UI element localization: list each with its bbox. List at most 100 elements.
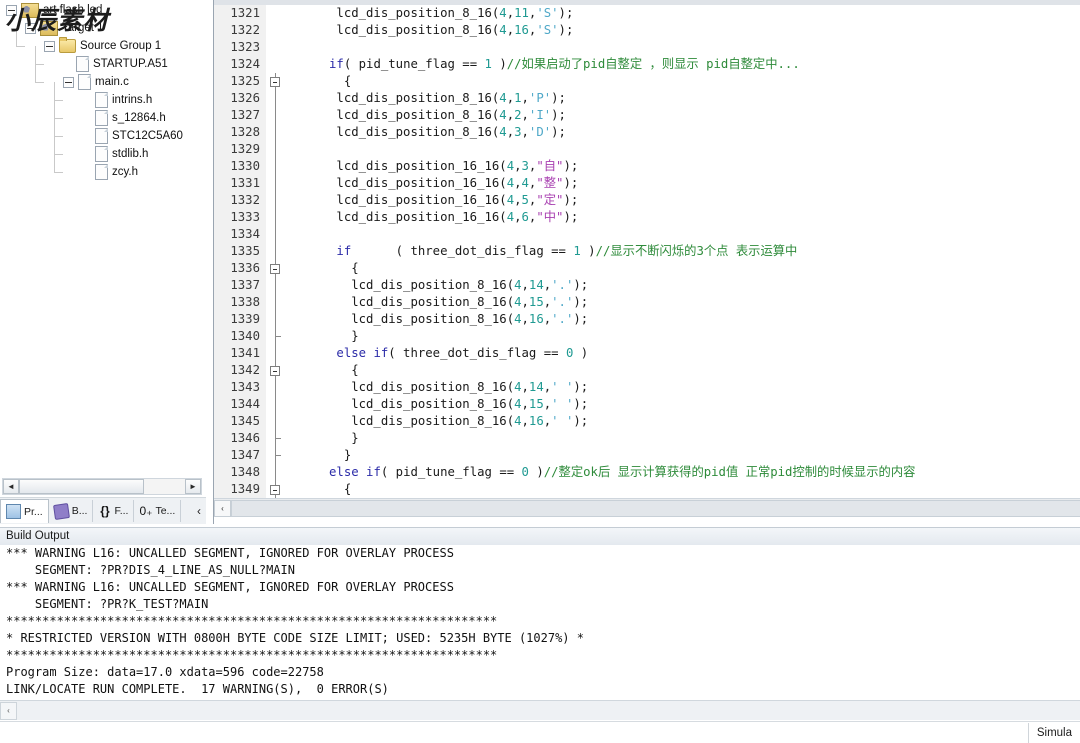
- fold-margin[interactable]: [266, 90, 286, 107]
- tree-item-source-group-1[interactable]: Source Group 1: [44, 37, 161, 55]
- fold-margin[interactable]: [266, 464, 286, 481]
- editor-scroll-left-arrow-icon[interactable]: ‹: [214, 499, 231, 517]
- tree-collapse-icon[interactable]: [44, 40, 55, 52]
- fold-margin[interactable]: [266, 39, 286, 56]
- code-token-num: 4: [499, 23, 507, 37]
- fold-margin[interactable]: [266, 413, 286, 430]
- build-output-line: ****************************************…: [6, 614, 498, 628]
- code-line[interactable]: 1346 }: [214, 430, 1080, 447]
- code-line[interactable]: 1322 lcd_dis_position_8_16(4,16,'S');: [214, 22, 1080, 39]
- code-line[interactable]: 1325 {: [214, 73, 1080, 90]
- fold-margin[interactable]: [266, 311, 286, 328]
- source-code-view[interactable]: 1321 lcd_dis_position_8_16(4,11,'S'); 132…: [214, 5, 1080, 498]
- sidebar-horizontal-scrollbar[interactable]: ◄ ►: [2, 478, 202, 495]
- code-line[interactable]: 1331 lcd_dis_position_16_16(4,4,"整");: [214, 175, 1080, 192]
- project-tree[interactable]: art flash led Target 1 Source Group 1 START…: [0, 0, 206, 478]
- build-output-text[interactable]: *** WARNING L16: UNCALLED SEGMENT, IGNOR…: [0, 545, 1080, 725]
- editor-horizontal-scrollbar[interactable]: ‹: [214, 498, 1080, 517]
- tree-item-startup-a51[interactable]: STARTUP.A51: [63, 55, 168, 73]
- fold-margin[interactable]: [266, 260, 286, 277]
- scroll-right-arrow-icon[interactable]: ►: [185, 479, 201, 494]
- tree-collapse-icon[interactable]: [6, 4, 17, 16]
- fold-margin[interactable]: [266, 481, 286, 498]
- code-line[interactable]: 1326 lcd_dis_position_8_16(4,1,'P');: [214, 90, 1080, 107]
- fold-margin[interactable]: [266, 345, 286, 362]
- code-line[interactable]: 1348 else if( pid_tune_flag == 0 )//整定ok…: [214, 464, 1080, 481]
- fold-margin[interactable]: [266, 209, 286, 226]
- fold-collapse-icon[interactable]: [270, 366, 280, 376]
- code-line[interactable]: 1335 if ( three_dot_dis_flag == 1 )//显示不…: [214, 243, 1080, 260]
- tree-item-zcy-h[interactable]: zcy.h: [82, 163, 138, 181]
- code-line[interactable]: 1344 lcd_dis_position_8_16(4,15,' ');: [214, 396, 1080, 413]
- scroll-left-arrow-icon[interactable]: ◄: [3, 479, 19, 494]
- code-line[interactable]: 1349 {: [214, 481, 1080, 498]
- build-horizontal-scrollbar[interactable]: ‹: [0, 700, 1080, 720]
- sidebar-tab-f[interactable]: {} F...: [93, 500, 135, 522]
- fold-margin[interactable]: [266, 362, 286, 379]
- tree-item-intrins-h[interactable]: intrins.h: [82, 91, 152, 109]
- fold-margin[interactable]: [266, 175, 286, 192]
- code-line[interactable]: 1339 lcd_dis_position_8_16(4,16,'.');: [214, 311, 1080, 328]
- sidebar-tab-bar[interactable]: Pr... B... {} F... 0₊ Te... ‹: [0, 497, 206, 524]
- sidebar-tab-te[interactable]: 0₊ Te...: [134, 500, 182, 522]
- code-line[interactable]: 1338 lcd_dis_position_8_16(4,15,'.');: [214, 294, 1080, 311]
- editor-scroll-thumb[interactable]: [231, 499, 1080, 517]
- fold-margin[interactable]: [266, 447, 286, 464]
- sidebar-tab-pr[interactable]: Pr...: [0, 499, 49, 523]
- fold-margin[interactable]: [266, 22, 286, 39]
- fold-margin[interactable]: [266, 243, 286, 260]
- tree-item-stc12c5a60[interactable]: STC12C5A60: [82, 127, 183, 145]
- fold-margin[interactable]: [266, 430, 286, 447]
- code-line[interactable]: 1323: [214, 39, 1080, 56]
- fold-collapse-icon[interactable]: [270, 264, 280, 274]
- code-line[interactable]: 1321 lcd_dis_position_8_16(4,11,'S');: [214, 5, 1080, 22]
- fold-margin[interactable]: [266, 141, 286, 158]
- tree-collapse-icon[interactable]: [63, 76, 74, 88]
- sidebar-tabs-overflow-icon[interactable]: ‹: [192, 504, 206, 518]
- code-line[interactable]: 1341 else if( three_dot_dis_flag == 0 ): [214, 345, 1080, 362]
- sidebar-tab-b[interactable]: B...: [49, 500, 94, 522]
- fold-margin[interactable]: [266, 107, 286, 124]
- sidebar-scroll-track[interactable]: [144, 479, 185, 494]
- fold-margin[interactable]: [266, 192, 286, 209]
- fold-margin[interactable]: [266, 158, 286, 175]
- code-line[interactable]: 1345 lcd_dis_position_8_16(4,16,' ');: [214, 413, 1080, 430]
- fold-margin[interactable]: [266, 328, 286, 345]
- code-line[interactable]: 1336 {: [214, 260, 1080, 277]
- fold-margin[interactable]: [266, 277, 286, 294]
- code-line[interactable]: 1330 lcd_dis_position_16_16(4,3,"自");: [214, 158, 1080, 175]
- code-line[interactable]: 1342 {: [214, 362, 1080, 379]
- tree-item-s-12864-h[interactable]: s_12864.h: [82, 109, 166, 127]
- code-line[interactable]: 1337 lcd_dis_position_8_16(4,14,'.');: [214, 277, 1080, 294]
- code-line[interactable]: 1347 }: [214, 447, 1080, 464]
- code-token-plain: );: [573, 397, 589, 411]
- fold-margin[interactable]: [266, 73, 286, 90]
- fold-margin[interactable]: [266, 379, 286, 396]
- tree-item-art-flash-led[interactable]: art flash led: [6, 1, 102, 19]
- tree-collapse-icon[interactable]: [25, 22, 36, 34]
- code-line[interactable]: 1328 lcd_dis_position_8_16(4,3,'D');: [214, 124, 1080, 141]
- code-line[interactable]: 1327 lcd_dis_position_8_16(4,2,'I');: [214, 107, 1080, 124]
- tree-expander-placeholder: [63, 60, 72, 69]
- code-line[interactable]: 1340 }: [214, 328, 1080, 345]
- fold-margin[interactable]: [266, 226, 286, 243]
- tree-item-stdlib-h[interactable]: stdlib.h: [82, 145, 148, 163]
- code-line[interactable]: 1333 lcd_dis_position_16_16(4,6,"中");: [214, 209, 1080, 226]
- build-scroll-left-arrow-icon[interactable]: ‹: [0, 701, 17, 720]
- tree-item-main-c[interactable]: main.c: [63, 73, 129, 91]
- tree-item-target-1[interactable]: Target 1: [25, 19, 104, 37]
- fold-margin[interactable]: [266, 124, 286, 141]
- fold-collapse-icon[interactable]: [270, 77, 280, 87]
- code-line[interactable]: 1324 if( pid_tune_flag == 1 )//如果启动了pid自…: [214, 56, 1080, 73]
- tree-guide-line: [54, 100, 63, 101]
- fold-margin[interactable]: [266, 56, 286, 73]
- fold-margin[interactable]: [266, 396, 286, 413]
- code-line[interactable]: 1343 lcd_dis_position_8_16(4,14,' ');: [214, 379, 1080, 396]
- code-line[interactable]: 1332 lcd_dis_position_16_16(4,5,"定");: [214, 192, 1080, 209]
- sidebar-scroll-thumb[interactable]: [19, 479, 144, 494]
- fold-margin[interactable]: [266, 294, 286, 311]
- code-line[interactable]: 1334: [214, 226, 1080, 243]
- fold-collapse-icon[interactable]: [270, 485, 280, 495]
- code-line[interactable]: 1329: [214, 141, 1080, 158]
- fold-margin[interactable]: [266, 5, 286, 22]
